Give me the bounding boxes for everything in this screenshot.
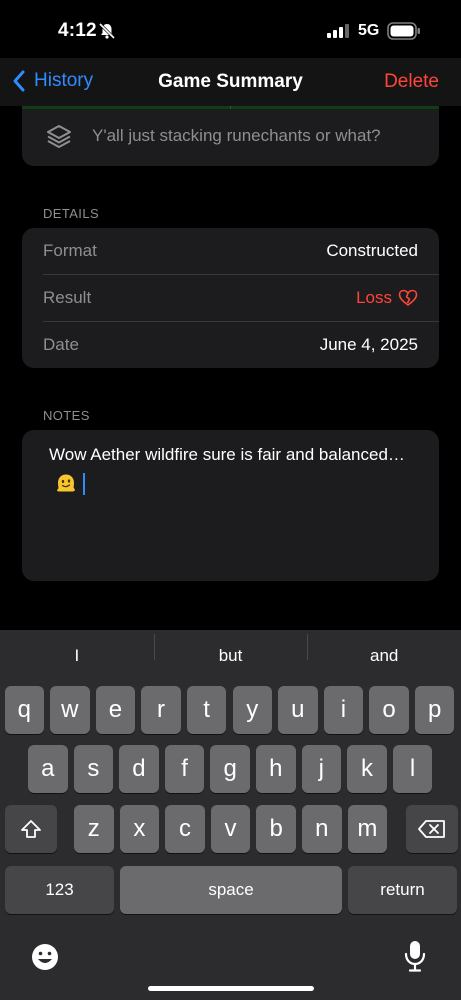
key-z[interactable]: z <box>74 805 114 853</box>
key-q[interactable]: q <box>4 686 44 734</box>
key-y[interactable]: y <box>232 686 272 734</box>
key-x[interactable]: x <box>119 805 160 853</box>
delete-key[interactable] <box>406 805 458 853</box>
key-b[interactable]: b <box>256 805 296 853</box>
notes-text-wrap: Wow Aether wildfire sure is fair and bal… <box>49 440 419 500</box>
return-key[interactable]: return <box>348 866 457 914</box>
comment-text: Y'all just stacking runechants or what? <box>92 126 381 145</box>
key-l[interactable]: l <box>392 745 433 793</box>
key-w[interactable]: w <box>50 686 90 734</box>
key-g[interactable]: g <box>210 745 250 793</box>
notes-text: Wow Aether wildfire sure is fair and bal… <box>49 445 405 464</box>
content-scroll-area[interactable]: Y'all just stacking runechants or what? … <box>0 106 461 630</box>
broken-heart-icon <box>398 289 418 307</box>
bell-slash-icon <box>98 22 116 40</box>
detail-row-date[interactable]: Date June 4, 2025 <box>43 321 439 368</box>
date-value: June 4, 2025 <box>319 335 418 354</box>
space-key[interactable]: space <box>120 866 342 914</box>
key-k[interactable]: k <box>347 745 387 793</box>
suggestion-2[interactable]: but <box>153 634 308 666</box>
date-label: Date <box>43 335 79 354</box>
cellular-signal-icon <box>327 24 349 38</box>
predictive-bar: I but and <box>0 630 461 682</box>
delete-button[interactable]: Delete <box>384 71 439 93</box>
melting-face-emoji-icon <box>57 474 75 492</box>
suggestion-3[interactable]: and <box>307 634 461 666</box>
shift-icon <box>21 820 41 838</box>
key-e[interactable]: e <box>95 686 136 734</box>
microphone-icon[interactable] <box>404 940 426 972</box>
previous-entry-card: Y'all just stacking runechants or what? <box>22 106 439 166</box>
details-header: DETAILS <box>43 206 100 221</box>
key-u[interactable]: u <box>278 686 318 734</box>
key-m[interactable]: m <box>347 805 388 853</box>
key-t[interactable]: t <box>186 686 227 734</box>
key-a[interactable]: a <box>28 745 68 793</box>
key-s[interactable]: s <box>73 745 114 793</box>
format-value: Constructed <box>326 241 418 260</box>
comment-row[interactable]: Y'all just stacking runechants or what? <box>22 116 439 156</box>
format-label: Format <box>43 241 97 260</box>
key-d[interactable]: d <box>119 745 159 793</box>
notes-field[interactable]: Wow Aether wildfire sure is fair and bal… <box>22 430 439 581</box>
result-value-group: Loss <box>356 288 418 308</box>
key-c[interactable]: c <box>165 805 205 853</box>
result-label: Result <box>43 288 92 307</box>
backspace-icon <box>418 820 445 838</box>
battery-icon <box>387 22 420 40</box>
emoji-keyboard-icon[interactable] <box>30 942 60 972</box>
network-type: 5G <box>358 22 380 39</box>
suggestion-1[interactable]: I <box>0 646 154 666</box>
key-p[interactable]: p <box>414 686 455 734</box>
shift-key[interactable] <box>5 805 57 853</box>
text-cursor <box>83 473 85 495</box>
details-card: Format Constructed Result Loss Date June… <box>22 228 439 368</box>
result-value: Loss <box>356 288 392 307</box>
stack-layers-icon <box>47 125 71 148</box>
key-i[interactable]: i <box>323 686 364 734</box>
home-indicator <box>148 986 314 991</box>
key-n[interactable]: n <box>302 805 342 853</box>
status-bar: 4:12 5G <box>0 0 461 58</box>
key-o[interactable]: o <box>369 686 409 734</box>
navigation-bar: History Game Summary Delete <box>0 58 461 106</box>
status-time: 4:12 <box>58 20 97 41</box>
detail-row-format[interactable]: Format Constructed <box>43 228 439 274</box>
key-j[interactable]: j <box>301 745 342 793</box>
result-bar-divider <box>230 106 231 109</box>
key-r[interactable]: r <box>141 686 181 734</box>
numbers-key[interactable]: 123 <box>5 866 114 914</box>
key-f[interactable]: f <box>164 745 205 793</box>
key-v[interactable]: v <box>210 805 251 853</box>
detail-row-result[interactable]: Result Loss <box>43 274 439 321</box>
notes-header: NOTES <box>43 408 90 423</box>
key-h[interactable]: h <box>256 745 296 793</box>
